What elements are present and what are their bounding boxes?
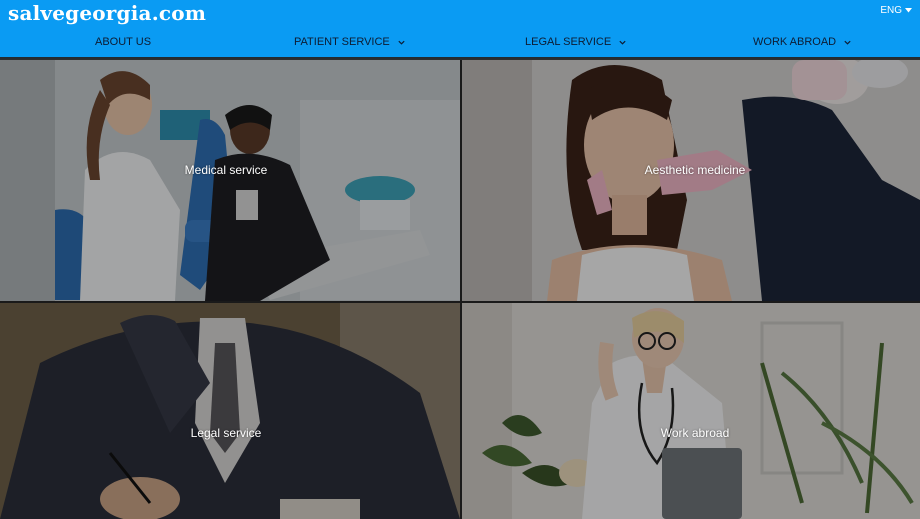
language-selector[interactable]: ENG [880, 5, 912, 16]
tile-label: Medical service [184, 163, 268, 177]
tile-aesthetic-medicine[interactable]: Aesthetic medicine [462, 60, 920, 301]
site-header: salvegeorgia.com ENG ABOUT US PATIENT SE… [0, 0, 920, 57]
nav-item-patient-service[interactable]: PATIENT SERVICE [294, 36, 406, 48]
nav-item-label: LEGAL SERVICE [525, 36, 612, 48]
chevron-down-icon [398, 40, 405, 45]
chevron-down-icon [844, 40, 851, 45]
tile-medical-service[interactable]: Medical service [0, 60, 460, 301]
image-overlay [0, 303, 460, 519]
tile-label: Legal service [190, 426, 262, 440]
tile-label: Work abroad [660, 426, 730, 440]
nav-item-label: ABOUT US [95, 36, 152, 48]
site-logo[interactable]: salvegeorgia.com [8, 1, 206, 25]
nav-item-label: WORK ABROAD [753, 36, 837, 48]
nav-item-about-us[interactable]: ABOUT US [95, 36, 151, 48]
nav-item-legal-service[interactable]: LEGAL SERVICE [525, 36, 627, 48]
tile-label: Aesthetic medicine [644, 163, 746, 177]
nav-item-label: PATIENT SERVICE [294, 36, 390, 48]
image-overlay [462, 60, 920, 301]
image-overlay [462, 303, 920, 519]
image-overlay [0, 60, 460, 301]
nav-item-work-abroad[interactable]: WORK ABROAD [753, 36, 852, 48]
caret-down-icon [905, 8, 912, 13]
main-nav: ABOUT US PATIENT SERVICE LEGAL SERVICE W… [0, 36, 920, 50]
tile-work-abroad[interactable]: Work abroad [462, 303, 920, 519]
language-label: ENG [880, 5, 902, 16]
tile-legal-service[interactable]: Legal service [0, 303, 460, 519]
chevron-down-icon [619, 40, 626, 45]
